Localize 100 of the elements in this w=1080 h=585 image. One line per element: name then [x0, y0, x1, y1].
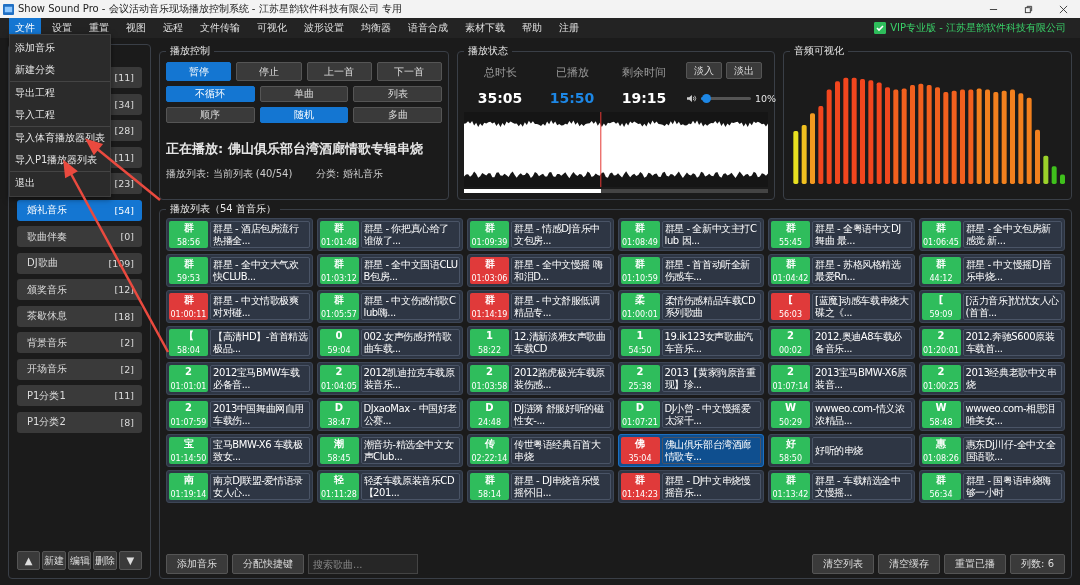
category-item[interactable]: 茶歇休息 [18]	[17, 305, 142, 327]
track-card[interactable]: 1 54:50 19.ik123女声歌曲汽车音乐...	[617, 326, 764, 359]
category-item[interactable]: P1分类2 [8]	[17, 411, 142, 433]
loop-mode-button[interactable]: 不循环	[166, 86, 255, 102]
track-card[interactable]: 群 01:05:57 群星 - 中文伤感情歌Club嗨...	[316, 290, 463, 323]
track-card[interactable]: 群 01:09:39 群星 - 情感DJ音乐中文包房...	[467, 218, 614, 251]
track-card[interactable]: 2 01:04:05 2012凯迪拉克车载原装音乐...	[316, 362, 463, 395]
menu-item[interactable]: 波形设置	[298, 18, 350, 38]
menu-entry[interactable]: 导入工程	[10, 104, 110, 126]
track-card[interactable]: 群 01:03:06 群星 - 全中文慢摇 嗨和泪D...	[467, 254, 614, 287]
order-mode-button[interactable]: 顺序	[166, 107, 255, 123]
track-card[interactable]: 群 01:00:11 群星 - 中文情歌极爽对对碰...	[166, 290, 313, 323]
fade-button[interactable]: 淡入	[686, 62, 722, 79]
close-icon[interactable]	[1059, 4, 1068, 14]
sidebar-button[interactable]: 新建	[42, 551, 66, 570]
track-card[interactable]: 群 55:45 群星 - 全粤语中文DJ舞曲 最...	[768, 218, 915, 251]
sidebar-button[interactable]: ▼	[118, 551, 143, 570]
track-card[interactable]: 群 01:06:45 群星 - 全中文包房新感觉 新...	[918, 218, 1065, 251]
menu-item[interactable]: 远程	[157, 18, 189, 38]
track-card[interactable]: 惠 01:08:26 惠东Dj川仔-全中文全国语歌...	[918, 434, 1065, 467]
track-card[interactable]: 宝 01:14:50 宝马BMW-X6 车载极致女...	[166, 434, 313, 467]
track-card[interactable]: 0 59:04 002.女声伤感抒情歌曲车载...	[316, 326, 463, 359]
category-item[interactable]: 颁奖音乐 [12]	[17, 279, 142, 300]
track-card[interactable]: 群 56:34 群星 - 国粤语串烧嗨够一小时	[918, 470, 1065, 503]
category-item[interactable]: 背景音乐 [2]	[17, 332, 142, 353]
menu-item[interactable]: 语音合成	[402, 18, 454, 38]
search-field[interactable]: 搜索歌曲...	[308, 554, 418, 574]
track-card[interactable]: 2 01:07:14 2013宝马BMW-X6原装音...	[768, 362, 915, 395]
track-card[interactable]: 群 01:08:49 群星 - 全新中文主打Club 因...	[617, 218, 764, 251]
track-card[interactable]: 传 02:22:14 传世粤语经典百首大串烧	[467, 434, 614, 467]
volume-slider[interactable]	[701, 97, 751, 100]
toolbar-button[interactable]: 重置已播	[944, 554, 1007, 574]
category-item[interactable]: 歌曲伴奏 [0]	[17, 226, 142, 247]
toolbar-button[interactable]: 清空列表	[812, 554, 875, 574]
track-card[interactable]: 【 58:04 【高清HD】-首首精选极品...	[166, 326, 313, 359]
track-card[interactable]: W 58:48 wwweo.com-相思泪唯美女...	[918, 398, 1065, 431]
track-card[interactable]: 群 01:10:59 群星 - 首首动听全新伤感车...	[617, 254, 764, 287]
menu-item[interactable]: 重置	[83, 18, 115, 38]
restore-icon[interactable]	[1024, 4, 1033, 14]
checkbox[interactable]	[874, 22, 887, 34]
track-card[interactable]: 群 01:13:42 群星 - 车载精选全中文慢摇...	[768, 470, 915, 503]
toolbar-button[interactable]: 清空缓存	[878, 554, 941, 574]
track-card[interactable]: 2 01:03:58 2012路虎极光车载原装伤感...	[467, 362, 614, 395]
track-card[interactable]: 群 01:14:19 群星 - 中文舒服低调精品专...	[467, 290, 614, 323]
track-card[interactable]: 潮 58:45 潮音坊-精选全中文女声Club...	[316, 434, 463, 467]
menu-item[interactable]: 文件传输	[194, 18, 246, 38]
track-card[interactable]: 群 58:14 群星 - DJ串烧音乐慢摇怀旧...	[467, 470, 614, 503]
transport-button[interactable]: 停止	[236, 62, 302, 81]
slider-thumb[interactable]	[702, 94, 711, 103]
track-card[interactable]: 2 01:20:01 2012.奔驰S600原装车载首...	[918, 326, 1065, 359]
track-card[interactable]: 群 44:12 群星 - 中文慢摇DJ音乐串烧...	[918, 254, 1065, 287]
toolbar-button[interactable]: 分配快捷键	[232, 554, 304, 574]
track-card[interactable]: 群 59:53 群星 - 全中文大气欢快CLUB...	[166, 254, 313, 287]
track-card[interactable]: 2 25:38 2013【黄家驹原音重现】珍...	[617, 362, 764, 395]
track-card[interactable]: 群 01:14:23 群星 - DJ中文串烧慢摇音乐...	[617, 470, 764, 503]
menu-item[interactable]: 注册	[553, 18, 585, 38]
category-item[interactable]: 婚礼音乐 [54]	[17, 199, 142, 221]
track-card[interactable]: D 24:48 DJ涟漪 舒服好听的磁性女-...	[467, 398, 614, 431]
track-card[interactable]: 2 00:02 2012.奥迪A8车载必备音乐...	[768, 326, 915, 359]
track-card[interactable]: 群 01:04:42 群星 - 苏格风格精选最爱Rn...	[768, 254, 915, 287]
sidebar-button[interactable]: 删除	[93, 551, 117, 570]
menu-item[interactable]: 设置	[46, 18, 78, 38]
menu-item[interactable]: 可视化	[251, 18, 293, 38]
progress-bar[interactable]	[464, 189, 768, 193]
toolbar-button[interactable]: 列数: 6	[1010, 554, 1065, 574]
sidebar-button[interactable]: ▲	[17, 551, 41, 570]
menu-item[interactable]: 帮助	[516, 18, 548, 38]
track-card[interactable]: 南 01:19:14 南京DJ联盟-爱情语录女人心...	[166, 470, 313, 503]
fade-button[interactable]: 淡出	[726, 62, 762, 79]
track-card[interactable]: 轻 01:11:28 轻柔车载原装音乐CD【201...	[316, 470, 463, 503]
order-mode-button[interactable]: 多曲	[353, 107, 442, 123]
track-card[interactable]: D 38:47 DJxaoMax - 中国好老公赛...	[316, 398, 463, 431]
order-mode-button[interactable]: 随机	[259, 107, 349, 123]
track-card[interactable]: 柔 01:00:01 柔情伤感精品车载CD系列歌曲	[617, 290, 764, 323]
menu-entry[interactable]: 新建分类	[10, 59, 110, 81]
track-card[interactable]: [ 59:09 [活力音乐]忧忧女人心(首首...	[918, 290, 1065, 323]
category-item[interactable]: 开场音乐 [2]	[17, 358, 142, 380]
track-card[interactable]: W 50:29 wwweo.com-情义浓浓精品...	[768, 398, 915, 431]
menu-item[interactable]: 视图	[120, 18, 152, 38]
track-card[interactable]: 1 58:22 12.清新淡雅女声歌曲车载CD	[467, 326, 614, 359]
toolbar-button[interactable]: 添加音乐	[166, 554, 228, 574]
category-item[interactable]: P1分类1 [11]	[17, 385, 142, 406]
track-card[interactable]: 群 58:56 群星 - 酒店包房流行热播全...	[166, 218, 313, 251]
loop-mode-button[interactable]: 列表	[353, 86, 442, 102]
transport-button[interactable]: 上一首	[306, 62, 372, 81]
track-card[interactable]: 群 01:03:12 群星 - 全中文国语CLUB包房...	[316, 254, 463, 287]
track-card[interactable]: 2 01:00:25 2013经典老歌中文串烧	[918, 362, 1065, 395]
menu-entry[interactable]: 添加音乐	[10, 37, 110, 59]
transport-button[interactable]: 下一首	[376, 62, 442, 81]
track-card[interactable]: 2 01:01:01 2012宝马BMW车载必备音...	[166, 362, 313, 395]
transport-button[interactable]: 暂停	[166, 62, 232, 81]
track-card[interactable]: 佛 35:04 佛山俱乐部台湾酒廊情歌专...	[617, 434, 764, 467]
menu-entry[interactable]: 退出	[10, 172, 110, 194]
sidebar-button[interactable]: 编辑	[67, 551, 92, 570]
track-card[interactable]: 2 01:07:59 2013中国舞曲网自用车载伤...	[166, 398, 313, 431]
menu-item[interactable]: 均衡器	[355, 18, 397, 38]
track-card[interactable]: D 01:07:21 DJ小曾 - 中文慢摇爱太深千...	[617, 398, 764, 431]
track-card[interactable]: [ 56:03 [蓝魔]动感车载串烧大碟之《...	[768, 290, 915, 323]
track-card[interactable]: 群 01:01:48 群星 - 你把真心给了谁做了...	[316, 218, 463, 251]
loop-mode-button[interactable]: 单曲	[259, 86, 349, 102]
